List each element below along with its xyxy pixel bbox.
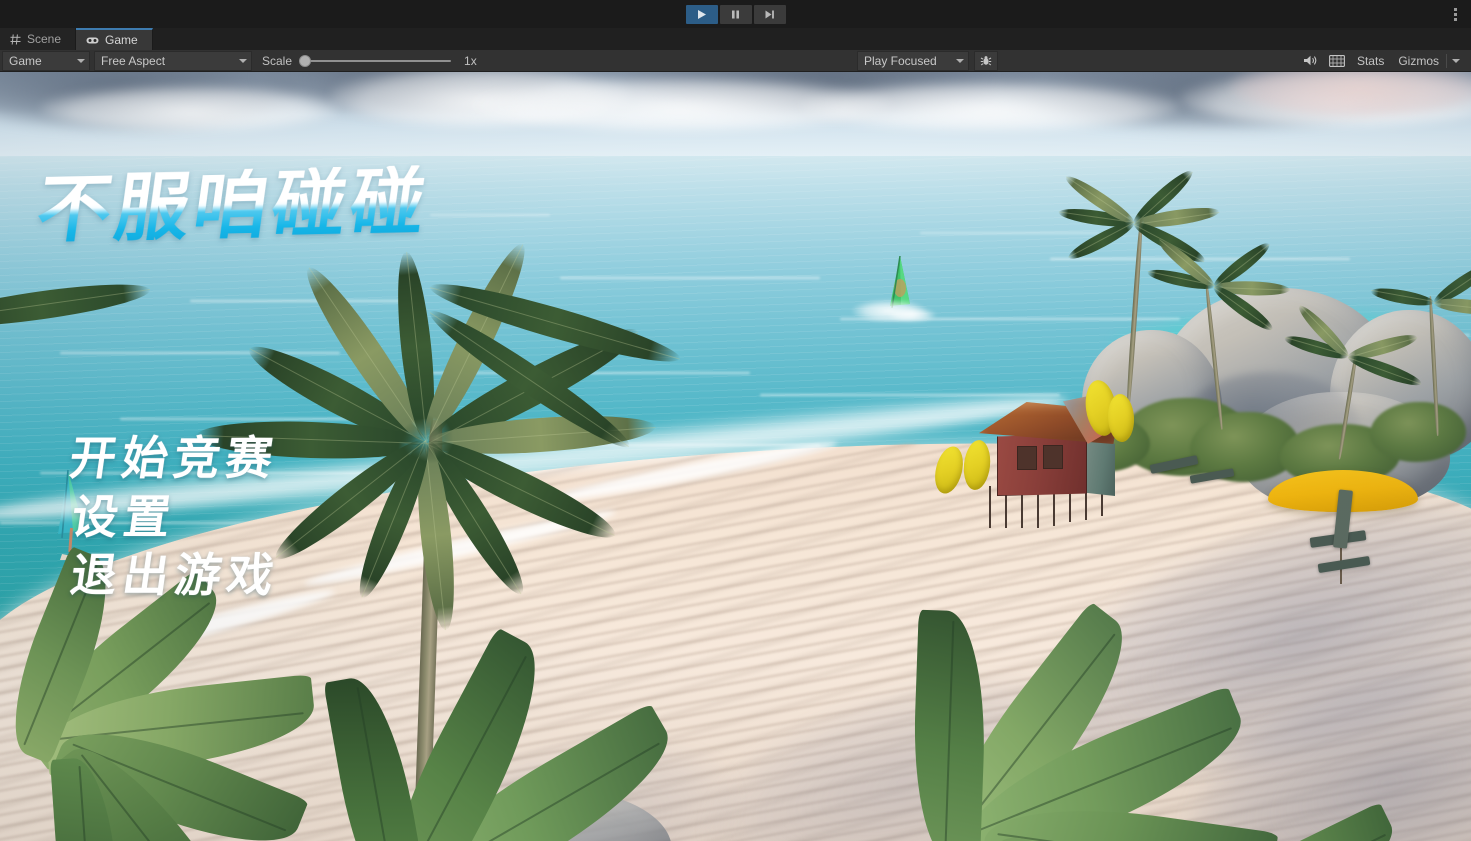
scale-value: 1x	[464, 53, 477, 68]
wave-streak	[760, 394, 1060, 396]
cloud	[40, 86, 340, 130]
tab-scene[interactable]: Scene	[0, 28, 77, 50]
pause-button[interactable]	[719, 4, 752, 24]
windsurfer	[852, 255, 936, 327]
kebab-dot	[1453, 7, 1457, 11]
debug-button[interactable]	[973, 50, 998, 71]
stats-button[interactable]: Stats	[1350, 51, 1391, 71]
menu-item-quit-game[interactable]: 退出游戏	[67, 548, 283, 602]
tab-game-label: Game	[105, 33, 138, 47]
hut-front-wall	[997, 434, 1087, 496]
editor-toolbar	[0, 0, 1471, 28]
aspect-ratio-dropdown[interactable]: Free Aspect	[94, 50, 252, 71]
scale-label: Scale	[262, 53, 293, 68]
step-icon	[765, 10, 774, 18]
grid-icon	[10, 33, 21, 45]
unity-editor-window: Scene Game Game Free Aspect Scale 1x Pla…	[0, 0, 1471, 841]
kebab-dot	[1453, 12, 1457, 16]
chevron-down-icon	[1452, 58, 1460, 63]
playback-controls	[685, 4, 786, 24]
water-splash	[888, 308, 936, 322]
pause-icon	[732, 10, 739, 18]
hut-side-wall	[1083, 438, 1115, 496]
mute-audio-button[interactable]	[1298, 51, 1324, 71]
play-mode-label: Play Focused	[863, 53, 937, 68]
panel-tab-strip: Scene Game	[0, 28, 1471, 50]
tab-game[interactable]: Game	[76, 28, 153, 50]
hut-stilt	[1069, 490, 1071, 522]
foliage	[1370, 402, 1466, 462]
aspect-frame-button[interactable]	[1324, 51, 1350, 71]
hut-stilt	[1021, 490, 1023, 528]
gamepad-icon	[86, 36, 99, 45]
cloud	[800, 82, 1180, 130]
display-dropdown-label: Game	[9, 53, 42, 68]
aspect-ratio-label: Free Aspect	[101, 53, 166, 68]
menu-item-start-race[interactable]: 开始竞赛	[66, 431, 283, 485]
main-menu: 开始竞赛 设置 退出游戏	[66, 431, 283, 602]
chevron-down-icon	[955, 58, 964, 63]
gizmos-dropdown-button[interactable]	[1447, 51, 1465, 71]
gizmos-label: Gizmos	[1398, 53, 1439, 68]
gizmos-button[interactable]: Gizmos	[1391, 51, 1446, 71]
wave-streak	[190, 300, 410, 302]
chevron-down-icon	[77, 58, 85, 63]
hut-stilt	[1037, 492, 1039, 528]
scale-slider[interactable]	[299, 54, 452, 68]
play-icon	[698, 9, 706, 19]
chevron-down-icon	[239, 58, 247, 63]
wave-streak	[430, 214, 550, 216]
frame-icon	[1329, 54, 1345, 67]
kebab-dot	[1453, 17, 1457, 21]
display-dropdown[interactable]: Game	[2, 50, 90, 71]
overflow-menu-button[interactable]	[1447, 0, 1463, 28]
step-button[interactable]	[753, 4, 786, 24]
wave-streak	[60, 352, 340, 354]
hut-window	[1017, 446, 1037, 470]
wave-streak	[560, 277, 820, 279]
game-title: 不服咱碰碰	[31, 158, 435, 254]
game-view-render[interactable]: 不服咱碰碰 开始竞赛 设置 退出游戏	[0, 72, 1471, 841]
speaker-icon	[1304, 55, 1317, 66]
play-button[interactable]	[685, 4, 718, 24]
hut-stilt	[989, 486, 991, 528]
play-mode-dropdown[interactable]: Play Focused	[856, 50, 969, 71]
tab-scene-label: Scene	[27, 32, 62, 46]
scale-slider-track	[299, 59, 452, 62]
hut-window	[1043, 445, 1063, 469]
bug-icon	[980, 55, 992, 65]
scale-slider-handle[interactable]	[299, 54, 312, 67]
game-view-toolbar: Game Free Aspect Scale 1x Play Focused S…	[0, 50, 1471, 72]
wave-streak	[920, 232, 1100, 234]
stats-label: Stats	[1356, 53, 1385, 68]
scale-control: Scale 1x	[262, 54, 477, 68]
menu-item-settings[interactable]: 设置	[68, 490, 283, 544]
hut-stilt	[1053, 492, 1055, 526]
